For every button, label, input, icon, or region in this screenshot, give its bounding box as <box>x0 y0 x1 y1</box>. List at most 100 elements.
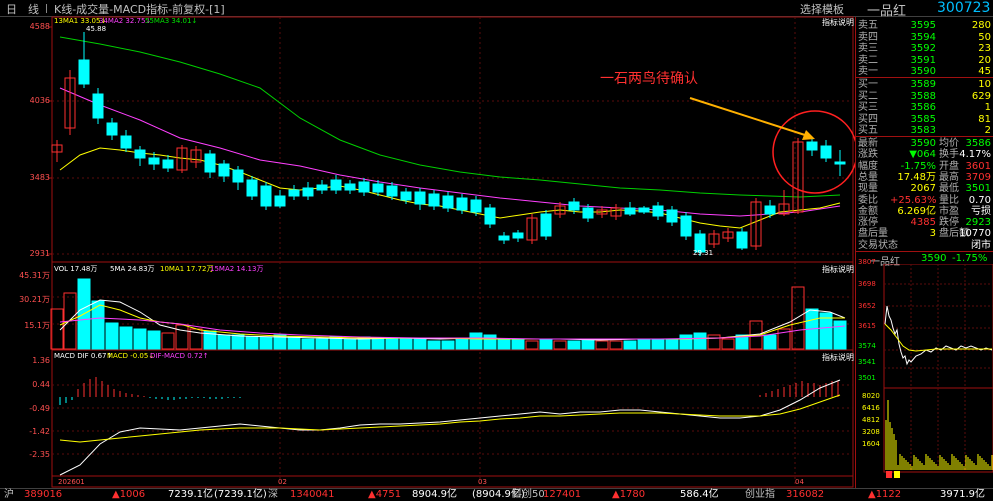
candle <box>162 155 174 172</box>
mini-pct: -1.75% <box>952 253 988 264</box>
candle <box>526 214 538 244</box>
stock-code: 300723 <box>937 0 991 16</box>
candle <box>834 150 846 176</box>
indicator-hint-macd[interactable]: 指标说明 <box>822 352 854 363</box>
vol-ma5-legend: 5MA 24.83万 <box>110 265 155 273</box>
status-index-amount[interactable]: 586.4亿 <box>680 489 719 500</box>
status-index-amount[interactable]: 8904.9亿 <box>412 489 457 500</box>
macd-dif-line <box>59 379 841 476</box>
status-index-value[interactable]: 1340041 <box>290 489 335 500</box>
candle <box>302 182 314 200</box>
volume-bar <box>301 338 315 350</box>
vol-ma15-line <box>59 317 846 340</box>
volume-bar <box>161 332 175 350</box>
volume-bar <box>175 324 189 350</box>
indicator-hint-main[interactable]: 指标说明 <box>822 17 854 28</box>
macd-tick: 0.44 <box>32 380 50 389</box>
status-index-change[interactable]: ▲1122 <box>868 489 901 500</box>
volume-bar <box>609 340 623 350</box>
volume-bar <box>455 338 469 350</box>
candle <box>120 130 132 152</box>
status-index-label[interactable]: 深 <box>268 489 278 500</box>
price-tick: 4588 <box>29 22 50 31</box>
intraday-volume-bars <box>885 400 993 470</box>
volume-bar <box>497 338 511 350</box>
intraday-price-tick: 3698 <box>858 280 876 288</box>
volume-bar <box>651 338 665 350</box>
candle <box>540 210 552 240</box>
candle <box>442 192 454 212</box>
status-index-extra[interactable]: (7239.1亿) <box>214 489 267 500</box>
candle <box>680 212 692 240</box>
status-index-value[interactable]: 316082 <box>786 489 824 500</box>
status-index-value[interactable]: 127401 <box>543 489 581 500</box>
candle <box>106 118 118 140</box>
candle <box>218 160 230 182</box>
intraday-price-tick: 3541 <box>858 358 876 366</box>
candle <box>750 198 762 250</box>
intraday-price-tick: 3652 <box>858 302 876 310</box>
volume-tick: 45.31万 <box>19 271 50 280</box>
mini-price: 3590 <box>921 253 947 264</box>
tab-line[interactable]: 线 <box>28 1 39 17</box>
volume-bar <box>259 336 273 350</box>
ma34-legend: 34MA2 32.75↓ <box>99 17 152 25</box>
ma55-line <box>59 36 841 198</box>
kline-chart[interactable] <box>0 16 856 488</box>
volume-bar <box>763 334 777 350</box>
status-index-label[interactable]: 创业指 <box>745 489 775 500</box>
volume-tick: 30.21万 <box>19 295 50 304</box>
candle <box>610 204 622 220</box>
status-index-change[interactable]: ▲4751 <box>368 489 401 500</box>
intraday-volume-tick: 4812 <box>862 416 880 424</box>
candle <box>260 182 272 210</box>
candle <box>764 200 776 218</box>
candle <box>414 188 426 210</box>
volume-bar <box>693 332 707 350</box>
row-value: 2 <box>984 125 991 136</box>
candle <box>666 206 678 226</box>
candle <box>288 185 300 200</box>
candle <box>708 230 720 248</box>
status-index-label[interactable]: 科创50 <box>512 489 545 500</box>
candle <box>652 202 664 220</box>
volume-bar <box>119 326 133 350</box>
template-select-button[interactable]: 选择模板 <box>800 1 844 17</box>
dif-macd-legend: DIF-MACD 0.72↑ <box>150 352 209 360</box>
volume-bar <box>833 320 847 350</box>
status-index-amount[interactable]: 7239.1亿 <box>168 489 213 500</box>
volume-bar <box>217 334 231 350</box>
status-index-label[interactable]: 沪 <box>4 489 14 500</box>
status-index-change[interactable]: ▲1006 <box>112 489 145 500</box>
candle <box>64 70 76 135</box>
macd-tick: 1.36 <box>32 356 50 365</box>
candle <box>722 228 734 242</box>
candle <box>232 166 244 190</box>
date-label: 03 <box>478 478 487 486</box>
row-price: 3583 <box>910 125 936 136</box>
volume-bar <box>399 338 413 350</box>
intraday-price-tick: 3501 <box>858 374 876 382</box>
volume-bar <box>539 338 553 350</box>
intraday-volume-tick: 1604 <box>862 440 880 448</box>
volume-bar <box>245 336 259 350</box>
intraday-volume-tick: 8020 <box>862 392 880 400</box>
date-label: 202601 <box>58 478 85 486</box>
volume-bar <box>791 286 805 350</box>
intraday-price-tick: 3574 <box>858 342 876 350</box>
indicator-hint-vol[interactable]: 指标说明 <box>822 264 854 275</box>
status-index-amount[interactable]: 3971.9亿 <box>940 489 985 500</box>
volume-bar <box>469 332 483 350</box>
candle <box>358 178 370 196</box>
status-index-value[interactable]: 389016 <box>24 489 62 500</box>
annotation-arrow <box>689 97 809 137</box>
vol-legend: VOL 17.48万 <box>54 265 98 273</box>
volume-bar <box>581 338 595 350</box>
status-index-change[interactable]: ▲1780 <box>612 489 645 500</box>
row-label: 卖一 <box>858 66 878 77</box>
price-tick: 4036 <box>29 96 50 105</box>
macd-tick: -2.35 <box>29 450 50 459</box>
candle <box>190 146 202 168</box>
tab-day[interactable]: 日 <box>6 1 17 17</box>
row-value: 闭市 <box>971 239 991 251</box>
